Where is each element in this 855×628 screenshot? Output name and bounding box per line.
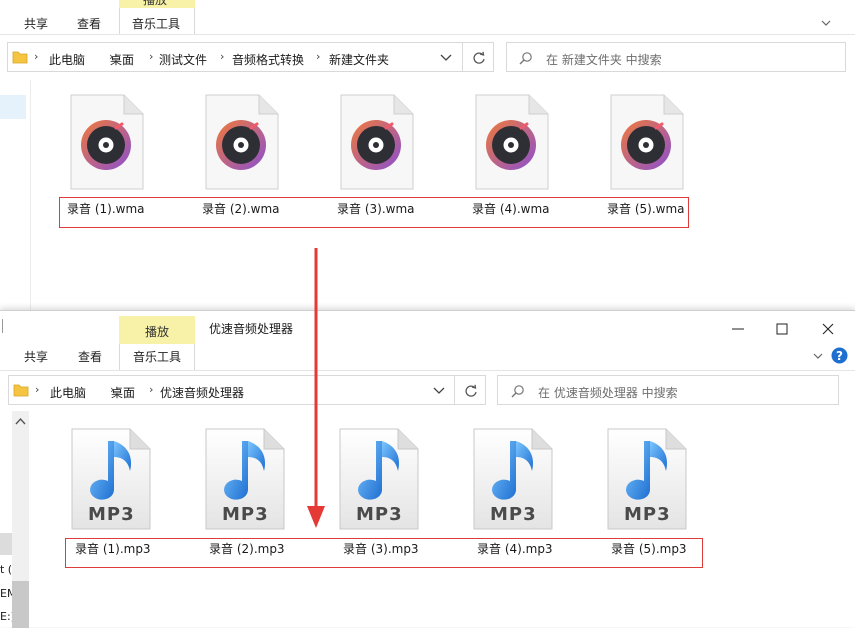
minimize-icon[interactable] bbox=[728, 319, 748, 339]
breadcrumb-desktop[interactable]: 桌面 bbox=[111, 384, 135, 401]
mp3-badge-text: MP3 bbox=[624, 504, 671, 525]
tab-view[interactable]: 查看 bbox=[78, 348, 102, 365]
nav-pane-fragment: t ( bbox=[0, 563, 13, 576]
wma-file-icon[interactable] bbox=[70, 94, 144, 190]
breadcrumb-sep-icon: › bbox=[34, 50, 39, 63]
svg-text:?: ? bbox=[836, 349, 843, 363]
refresh-button[interactable] bbox=[454, 375, 486, 405]
tab-music-tools-label[interactable]: 音乐工具 bbox=[132, 15, 180, 32]
nav-pane-divider bbox=[30, 80, 31, 310]
search-input[interactable]: 在 新建文件夹 中搜索 bbox=[506, 42, 846, 72]
nav-pane-item[interactable] bbox=[0, 533, 12, 555]
breadcrumb-app-folder[interactable]: 优速音频处理器 bbox=[160, 384, 244, 401]
search-placeholder: 在 优速音频处理器 中搜索 bbox=[538, 386, 678, 400]
address-dropdown-chevron-icon[interactable] bbox=[433, 386, 445, 396]
address-bar[interactable]: › 此电脑 › 桌面 › 优速音频处理器 bbox=[8, 375, 455, 405]
ribbon-divider bbox=[0, 34, 855, 35]
mp3-badge-text: MP3 bbox=[222, 504, 269, 525]
breadcrumb-test-files[interactable]: 测试文件 bbox=[159, 51, 207, 68]
wma-file-icon[interactable] bbox=[475, 94, 549, 190]
window-title: 优速音频处理器 bbox=[209, 322, 294, 336]
tab-play-label: 播放 bbox=[145, 325, 170, 339]
wma-file-icon[interactable] bbox=[610, 94, 684, 190]
refresh-button[interactable] bbox=[462, 42, 494, 72]
breadcrumb-this-pc[interactable]: 此电脑 bbox=[49, 51, 85, 68]
refresh-icon bbox=[465, 384, 477, 397]
breadcrumb-sep-icon: › bbox=[149, 50, 154, 63]
bottom-explorer-window: 播放 优速音频处理器 共享 查看 音乐工具 ? › 此电脑 › 桌面 › 优速音… bbox=[0, 310, 855, 628]
breadcrumb-sep-icon: › bbox=[149, 383, 154, 396]
breadcrumb-sep-icon: › bbox=[35, 383, 40, 396]
ribbon-divider bbox=[0, 370, 855, 371]
breadcrumb-sep-icon: › bbox=[316, 50, 321, 63]
top-explorer-window: 播放 共享 查看 音乐工具 › 此电脑 › 桌面 › 测试文件 › 音频格式转换… bbox=[0, 0, 855, 330]
scroll-up-arrow-icon[interactable] bbox=[15, 417, 26, 425]
maximize-icon[interactable] bbox=[772, 319, 792, 339]
search-icon bbox=[519, 52, 532, 65]
search-icon bbox=[511, 385, 524, 398]
address-bar[interactable]: › 此电脑 › 桌面 › 测试文件 › 音频格式转换 › 新建文件夹 bbox=[7, 42, 463, 72]
tab-play-label: 播放 bbox=[143, 0, 168, 7]
mp3-filenames-highlight bbox=[65, 538, 703, 568]
help-icon[interactable]: ? bbox=[831, 347, 848, 364]
mp3-badge-text: MP3 bbox=[88, 504, 135, 525]
window-edge-mark bbox=[2, 319, 3, 333]
wma-file-icon[interactable] bbox=[340, 94, 414, 190]
tab-play[interactable]: 播放 bbox=[119, 316, 195, 344]
nav-pane-selected-item[interactable] bbox=[0, 95, 26, 119]
tab-music-tools-label[interactable]: 音乐工具 bbox=[133, 348, 181, 365]
folder-icon bbox=[13, 384, 29, 397]
tab-play-strip[interactable]: 播放 bbox=[119, 0, 195, 8]
wma-filenames-highlight bbox=[59, 197, 689, 228]
close-icon[interactable] bbox=[818, 319, 838, 339]
breadcrumb-new-folder[interactable]: 新建文件夹 bbox=[329, 51, 389, 68]
search-placeholder: 在 新建文件夹 中搜索 bbox=[546, 53, 662, 67]
wma-file-icon[interactable] bbox=[205, 94, 279, 190]
tab-share[interactable]: 共享 bbox=[24, 15, 48, 32]
folder-icon bbox=[12, 51, 28, 64]
tab-share[interactable]: 共享 bbox=[24, 348, 48, 365]
mp3-badge-text: MP3 bbox=[490, 504, 537, 525]
breadcrumb-audio-convert[interactable]: 音频格式转换 bbox=[232, 51, 304, 68]
conversion-arrow-icon bbox=[307, 248, 325, 528]
scrollbar-thumb[interactable] bbox=[12, 581, 29, 628]
tab-view[interactable]: 查看 bbox=[77, 15, 101, 32]
ribbon-expand-chevron-icon[interactable] bbox=[812, 350, 824, 362]
address-dropdown-chevron-icon[interactable] bbox=[440, 53, 452, 63]
refresh-icon bbox=[473, 51, 485, 64]
breadcrumb-desktop[interactable]: 桌面 bbox=[110, 51, 134, 68]
mp3-badge-text: MP3 bbox=[356, 504, 403, 525]
breadcrumb-sep-icon: › bbox=[220, 50, 225, 63]
breadcrumb-this-pc[interactable]: 此电脑 bbox=[50, 384, 86, 401]
ribbon-expand-chevron-icon[interactable] bbox=[820, 17, 832, 29]
search-input[interactable]: 在 优速音频处理器 中搜索 bbox=[497, 375, 839, 405]
